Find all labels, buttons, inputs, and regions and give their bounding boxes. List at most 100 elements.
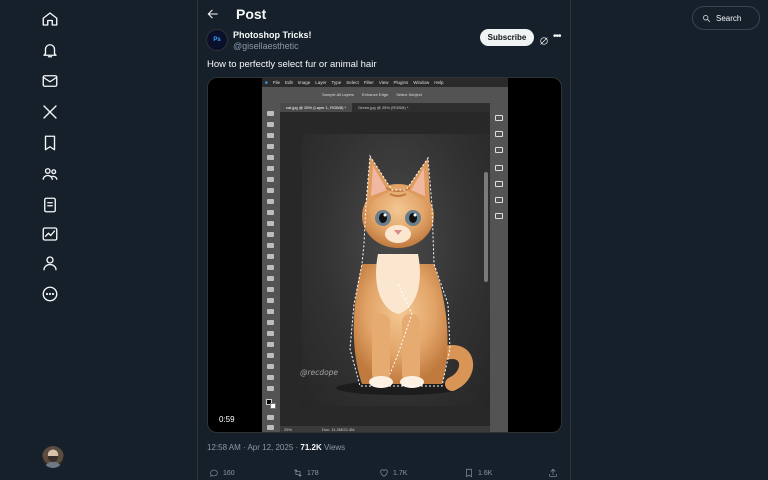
post-text: How to perfectly select fur or animal ha… bbox=[207, 59, 377, 70]
left-navigation bbox=[0, 0, 198, 480]
ps-doc-info: Doc: 11.2M/22.4M bbox=[322, 427, 355, 432]
ps-options-bar: Sample All Layers Enhance Edge Select Subj… bbox=[262, 87, 508, 103]
more-circle-icon[interactable] bbox=[41, 285, 59, 303]
repost-icon bbox=[294, 469, 302, 477]
ps-tool-icon bbox=[267, 309, 274, 314]
search-icon bbox=[703, 14, 711, 22]
more-options-icon[interactable]: ••• bbox=[553, 32, 565, 42]
ps-tool-icon bbox=[267, 415, 274, 420]
reply-icon bbox=[210, 469, 218, 477]
ps-tab-active: cat.jpg @ 25% (Layer 1, RGB/8) * bbox=[280, 103, 353, 112]
ps-scrollbar bbox=[484, 172, 488, 282]
ps-tool-icon bbox=[267, 199, 274, 204]
ps-menu-item: Plugins bbox=[393, 80, 409, 85]
author-name[interactable]: Photoshop Tricks! bbox=[233, 30, 312, 40]
ps-tool-icon bbox=[267, 287, 274, 292]
reply-button[interactable]: 160 bbox=[209, 468, 235, 478]
views-label: Views bbox=[321, 443, 346, 452]
bookmark-icon bbox=[466, 468, 472, 478]
post-video[interactable]: ■ File Edit Image Layer Type Select Filter View P… bbox=[207, 77, 562, 433]
ps-tool-icon bbox=[267, 155, 274, 160]
ps-menu-item: File bbox=[272, 80, 280, 85]
ps-tool-icon bbox=[267, 386, 274, 391]
messages-icon[interactable] bbox=[41, 72, 59, 90]
ps-option: Select Subject bbox=[396, 92, 422, 97]
share-button[interactable] bbox=[548, 468, 558, 478]
back-arrow-icon[interactable] bbox=[206, 7, 220, 21]
ps-menu-item: Image bbox=[297, 80, 311, 85]
ps-panel-icon bbox=[495, 213, 503, 219]
like-count: 1.7K bbox=[393, 469, 408, 477]
ps-tool-icon bbox=[267, 232, 274, 237]
ps-tool-icon bbox=[267, 254, 274, 259]
lists-icon[interactable] bbox=[41, 196, 59, 214]
notifications-icon[interactable] bbox=[41, 41, 59, 59]
analytics-icon[interactable] bbox=[41, 225, 59, 243]
ps-menubar: ■ File Edit Image Layer Type Select Filter View P… bbox=[262, 78, 508, 87]
ps-tool-icon bbox=[267, 342, 274, 347]
reply-count: 160 bbox=[223, 469, 235, 477]
ps-tool-icon bbox=[267, 221, 274, 226]
ps-tab-inactive: Green.jpg @ 25% (RGB/8) * bbox=[358, 105, 409, 110]
kitten-illustration bbox=[336, 154, 474, 395]
ps-tool-icon bbox=[267, 188, 274, 193]
repost-count: 178 bbox=[307, 469, 319, 477]
ps-panel-icon bbox=[495, 181, 503, 187]
ps-option: Enhance Edge bbox=[362, 92, 389, 97]
ps-tool-icon bbox=[267, 265, 274, 270]
ps-menu-item: Layer bbox=[315, 80, 327, 85]
ps-tool-icon bbox=[267, 122, 274, 127]
ps-menu-item: Help bbox=[434, 80, 444, 85]
ps-tool-icon bbox=[267, 210, 274, 215]
author-avatar[interactable]: Ps bbox=[206, 29, 228, 51]
ps-tool-icon bbox=[267, 166, 274, 171]
ps-menu-item: Window bbox=[413, 80, 430, 85]
search-input[interactable]: Search bbox=[692, 6, 760, 30]
ps-menu-item: Filter bbox=[363, 80, 374, 85]
ps-panel-icon bbox=[495, 131, 503, 137]
post-timestamp[interactable]: 12:58 AM · Apr 12, 2025 · bbox=[207, 443, 300, 452]
ps-tool-icon bbox=[267, 111, 274, 116]
main-column: Post Ps Photoshop Tricks! @gisellaesthet… bbox=[197, 0, 571, 480]
ps-tool-icon bbox=[267, 331, 274, 336]
ps-canvas-area: @recdope bbox=[280, 112, 490, 426]
page-title: Post bbox=[236, 6, 267, 22]
ps-background-color bbox=[270, 403, 276, 409]
ps-panel-icon bbox=[495, 165, 503, 171]
home-icon[interactable] bbox=[41, 10, 59, 28]
ps-panel-icon bbox=[495, 147, 503, 153]
ps-toolbar bbox=[262, 103, 280, 432]
bookmark-button[interactable]: 1.6K bbox=[464, 468, 492, 478]
post-header: Post bbox=[198, 0, 572, 28]
share-icon bbox=[549, 468, 557, 477]
grok-icon[interactable] bbox=[539, 33, 549, 45]
ps-tool-icon bbox=[267, 364, 274, 369]
ps-zoom: 25% bbox=[284, 427, 293, 432]
account-avatar[interactable] bbox=[42, 446, 64, 468]
x-logo-icon[interactable] bbox=[41, 103, 59, 121]
ps-tool-icon bbox=[267, 320, 274, 325]
ps-logo: ■ bbox=[265, 80, 268, 85]
ps-menu-item: Select bbox=[346, 80, 359, 85]
video-time: 0:59 bbox=[219, 415, 235, 424]
post-actions: 160 178 1.7K 1.6K bbox=[198, 466, 572, 480]
cat-photo bbox=[302, 134, 490, 406]
heart-icon bbox=[380, 469, 388, 477]
ps-tool-icon bbox=[267, 276, 274, 281]
subscribe-button[interactable]: Subscribe bbox=[480, 29, 534, 46]
ps-menu-item: View bbox=[378, 80, 389, 85]
ps-menu-item: Type bbox=[331, 80, 342, 85]
profile-icon[interactable] bbox=[41, 254, 59, 272]
post-meta: 12:58 AM · Apr 12, 2025 · 71.2K Views bbox=[207, 443, 345, 452]
views-count: 71.2K bbox=[300, 443, 322, 452]
ps-panel-icon bbox=[495, 115, 503, 121]
repost-button[interactable]: 178 bbox=[293, 468, 319, 478]
author-handle[interactable]: @gisellaesthetic bbox=[233, 41, 299, 51]
watermark: @recdope bbox=[300, 368, 339, 377]
ps-document-tabs: cat.jpg @ 25% (Layer 1, RGB/8) * Green.jp… bbox=[280, 103, 490, 112]
photoshop-screenshot: ■ File Edit Image Layer Type Select Filter View P… bbox=[262, 78, 508, 432]
ps-tool-icon bbox=[267, 177, 274, 182]
communities-icon[interactable] bbox=[41, 165, 59, 183]
bookmarks-icon[interactable] bbox=[41, 134, 59, 152]
like-button[interactable]: 1.7K bbox=[379, 468, 407, 478]
